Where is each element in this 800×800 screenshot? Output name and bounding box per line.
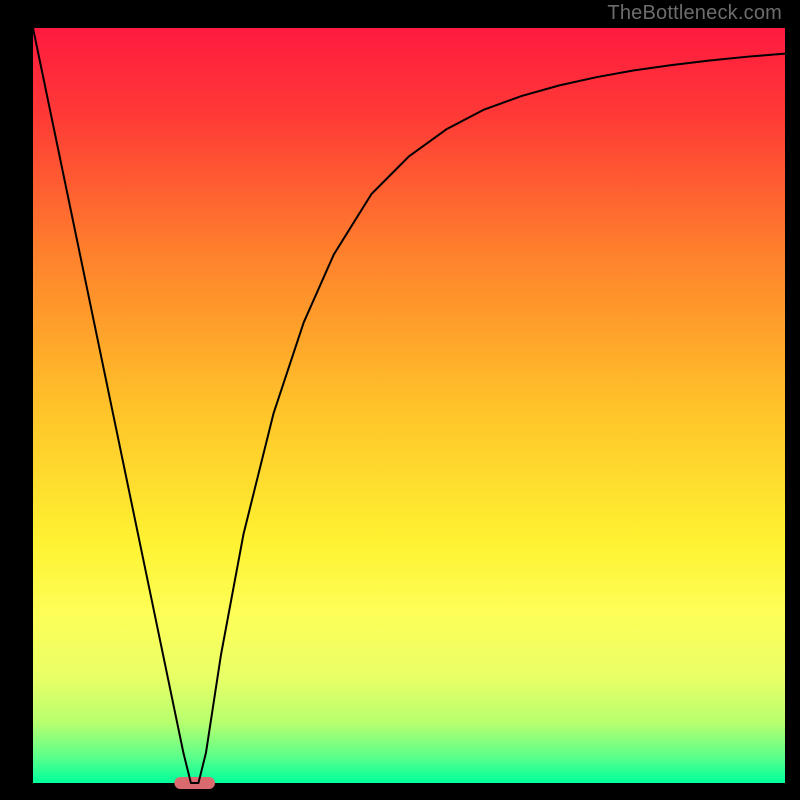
bottleneck-chart bbox=[0, 0, 800, 800]
attribution-text: TheBottleneck.com bbox=[607, 2, 782, 25]
plot-background bbox=[33, 28, 785, 783]
chart-frame: TheBottleneck.com bbox=[0, 0, 800, 800]
